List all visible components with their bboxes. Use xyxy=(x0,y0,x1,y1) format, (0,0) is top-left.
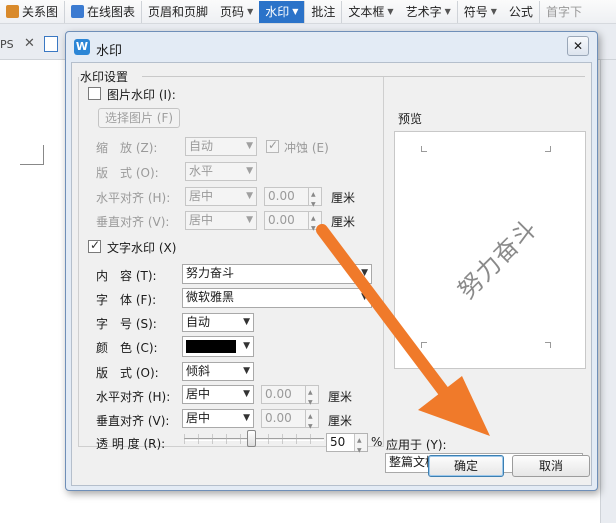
annotation-arrow-head xyxy=(418,376,490,436)
annotation-arrow-shaft xyxy=(316,224,456,406)
annotation-arrow xyxy=(316,224,490,436)
